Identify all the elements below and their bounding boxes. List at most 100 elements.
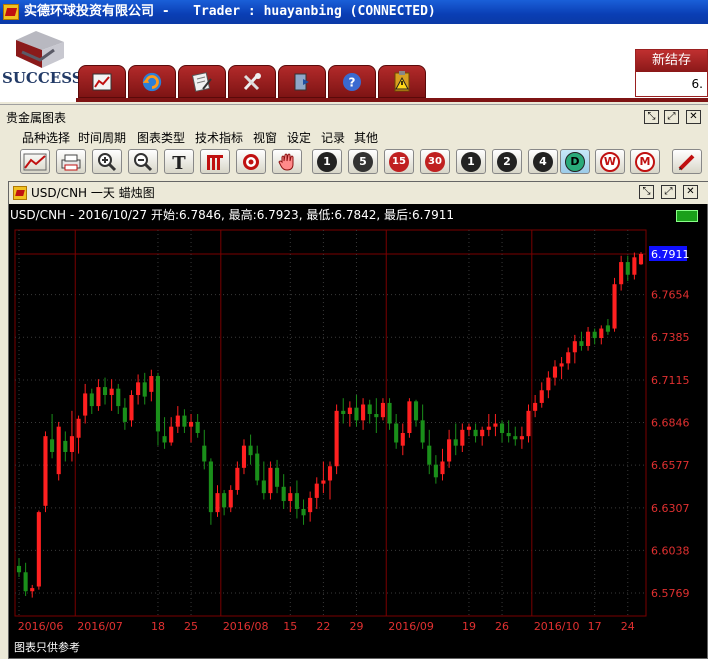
candle-body	[394, 423, 399, 443]
x-tick-label: 19	[462, 620, 476, 633]
candle-body	[43, 436, 48, 506]
candle-body	[275, 467, 280, 487]
candle-body	[314, 483, 319, 498]
candle-body	[122, 407, 127, 422]
candle-body	[533, 402, 538, 411]
chart-disclaimer: 图表只供参考	[14, 641, 80, 654]
candle-body	[56, 426, 61, 475]
candle-body	[202, 445, 207, 462]
candle-body	[102, 387, 108, 396]
candle-body	[447, 439, 452, 462]
candle-body	[440, 461, 445, 475]
candle-body	[486, 426, 491, 430]
candle-body	[50, 439, 55, 452]
candle-body	[341, 410, 346, 415]
candle-body	[400, 432, 405, 446]
candle-body	[195, 421, 200, 433]
candle-body	[308, 497, 313, 513]
y-tick-label: 6.6846	[651, 417, 690, 430]
candle-body	[261, 480, 266, 494]
candle-body	[612, 284, 617, 329]
y-tick-label: 6.7911	[651, 248, 690, 261]
candle-body	[493, 423, 498, 427]
candle-body	[175, 415, 180, 427]
candle-body	[539, 390, 544, 403]
x-tick-label: 22	[316, 620, 330, 633]
candle-body	[162, 436, 167, 443]
candle-body	[268, 467, 273, 494]
candle-body	[169, 426, 174, 443]
candle-body	[129, 395, 134, 421]
candle-body	[433, 464, 438, 478]
candle-body	[559, 363, 564, 367]
candle-body	[16, 565, 22, 573]
candle-body	[63, 440, 68, 452]
candle-body	[255, 453, 260, 481]
candle-body	[387, 402, 392, 424]
candle-body	[235, 467, 240, 490]
candle-body	[427, 445, 432, 465]
candle-body	[506, 432, 511, 437]
x-tick-label: 2016/10	[534, 620, 580, 633]
candle-body	[228, 489, 233, 508]
candle-body	[30, 588, 35, 592]
candle-body	[281, 486, 286, 502]
candle-body	[155, 376, 161, 432]
y-tick-label: 6.6307	[651, 502, 690, 515]
candle-body	[354, 407, 359, 421]
candle-body	[579, 341, 584, 346]
candle-body	[36, 512, 41, 587]
candle-body	[453, 439, 458, 446]
x-tick-label: 17	[588, 620, 602, 633]
candle-body	[619, 262, 624, 285]
candle-body	[188, 421, 194, 427]
candle-body	[96, 387, 101, 407]
y-tick-label: 6.6577	[651, 459, 690, 472]
candle-body	[552, 366, 558, 378]
candle-body	[142, 382, 147, 397]
candle-body	[380, 402, 385, 418]
candle-body	[149, 376, 154, 392]
candle-body	[367, 404, 372, 415]
x-tick-label: 18	[151, 620, 165, 633]
x-tick-label: 2016/09	[388, 620, 434, 633]
candle-body	[586, 331, 591, 346]
candle-body	[566, 352, 571, 364]
candle-body	[288, 493, 293, 502]
y-tick-label: 6.6038	[651, 544, 690, 557]
x-tick-label: 26	[495, 620, 509, 633]
candle-body	[301, 508, 306, 516]
candle-body	[182, 415, 187, 427]
candle-body	[109, 388, 114, 396]
candle-body	[374, 414, 379, 418]
candle-body	[83, 393, 88, 416]
candle-body	[499, 423, 505, 433]
candle-body	[294, 493, 299, 509]
x-tick-label: 24	[621, 620, 635, 633]
candle-body	[76, 418, 81, 438]
y-tick-label: 6.5769	[651, 587, 690, 600]
candle-body	[473, 429, 478, 437]
candle-body	[215, 493, 220, 513]
candle-body	[327, 466, 333, 481]
candle-body	[466, 426, 472, 430]
candle-body	[546, 377, 551, 391]
y-tick-label: 6.7654	[651, 289, 690, 302]
candle-body	[407, 401, 412, 433]
candle-body	[625, 262, 630, 275]
x-tick-label: 2016/07	[77, 620, 123, 633]
candle-body	[222, 493, 227, 508]
y-tick-label: 6.7115	[651, 374, 690, 387]
y-tick-label: 6.7385	[651, 331, 690, 344]
candle-body	[572, 341, 577, 353]
x-tick-label: 29	[349, 620, 363, 633]
candle-body	[321, 480, 326, 484]
candle-body	[69, 436, 74, 452]
candlestick-chart[interactable]: 6.7911 6.7654 6.7385 6.7115 6.6846 6.6577 6.63…	[0, 0, 708, 659]
x-tick-label: 2016/06	[18, 620, 64, 633]
candle-body	[632, 257, 637, 275]
candle-body	[599, 328, 604, 339]
x-tick-label: 15	[283, 620, 297, 633]
candle-body	[347, 407, 352, 415]
candle-body	[513, 436, 518, 440]
